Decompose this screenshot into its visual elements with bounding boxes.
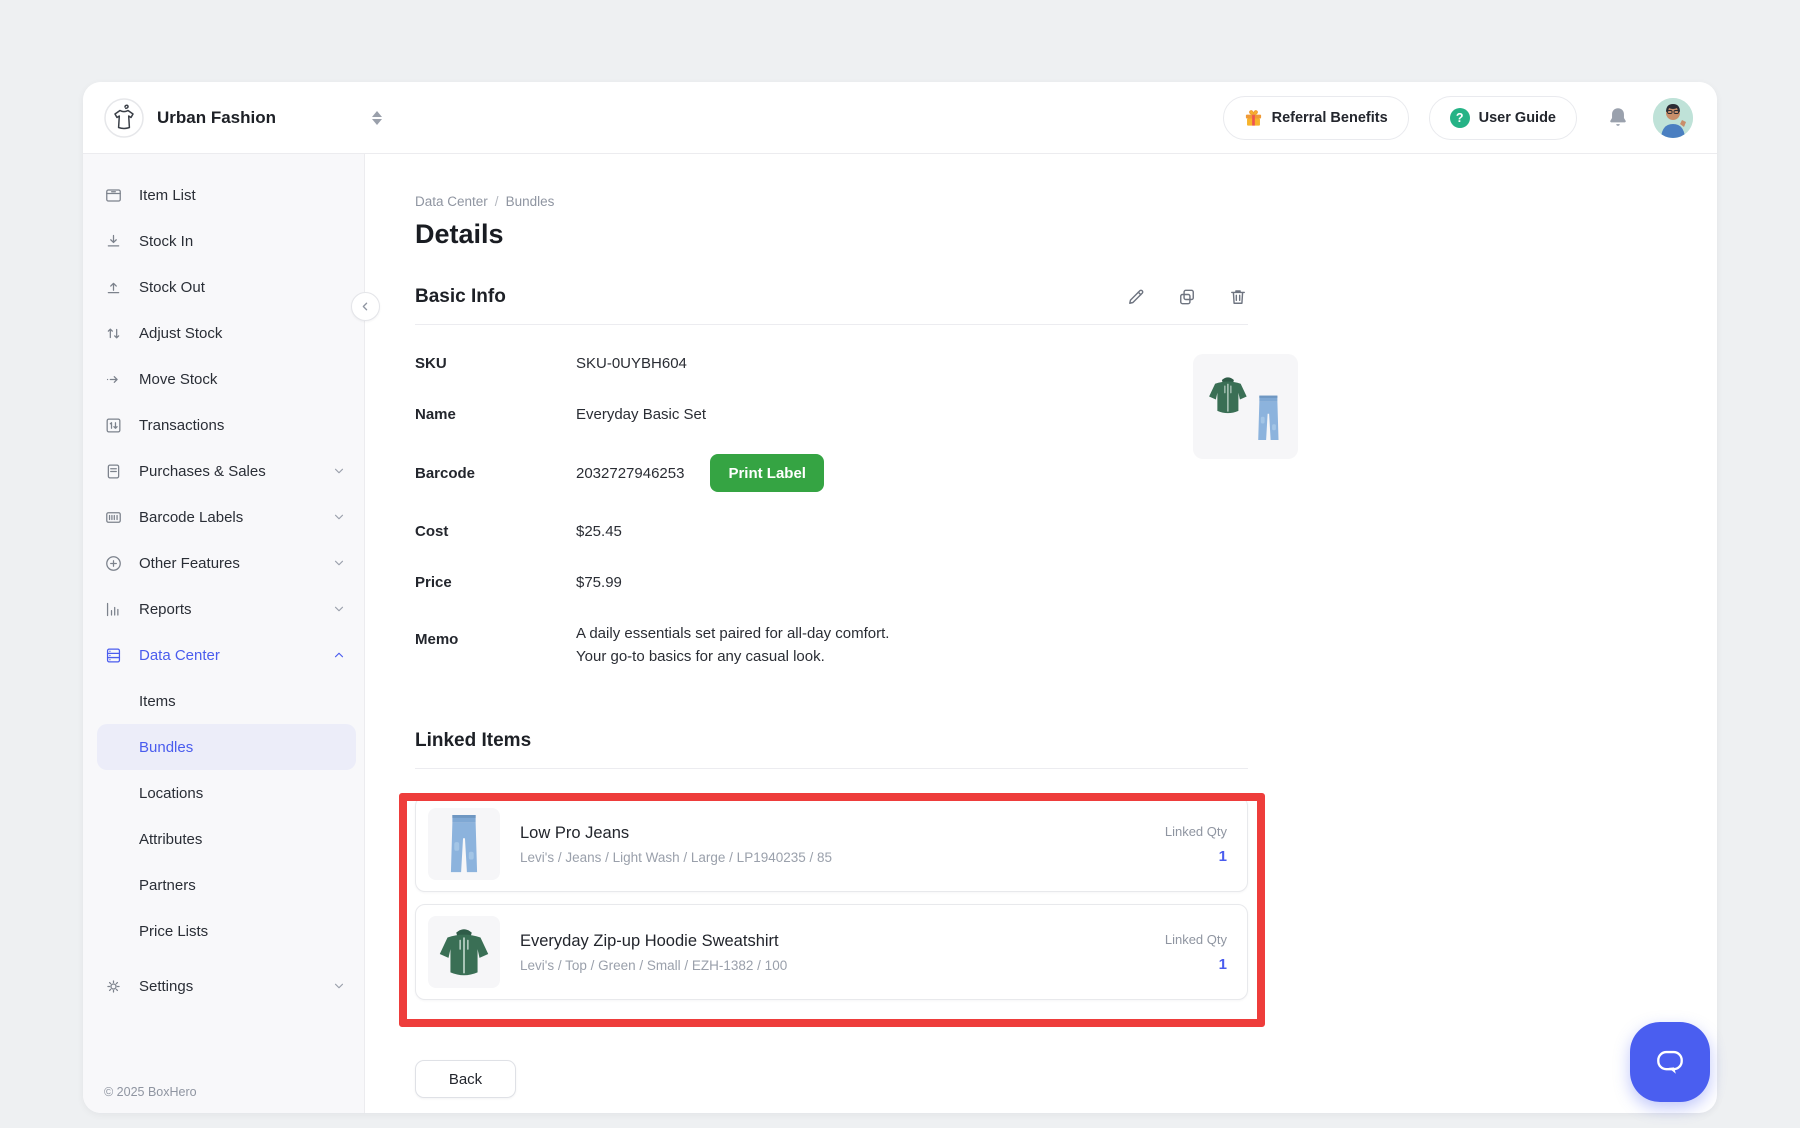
arrows-up-down-icon	[104, 324, 123, 343]
chevron-up-icon	[332, 648, 346, 662]
breadcrumb-section[interactable]: Data Center	[415, 194, 488, 209]
price-value: $75.99	[576, 571, 622, 594]
sidebar-item-transactions[interactable]: Transactions	[83, 402, 364, 448]
copyright-footer: © 2025 BoxHero	[104, 1085, 197, 1099]
breadcrumb: Data Center / Bundles	[415, 194, 1248, 209]
section-divider	[415, 768, 1248, 769]
main-panel: Data Center / Bundles Details Basic Info	[366, 154, 1717, 1113]
notifications-bell-icon[interactable]	[1605, 105, 1631, 131]
jeans-thumbnail	[428, 808, 500, 880]
linked-item-name: Low Pro Jeans	[520, 824, 832, 843]
sidebar-item-item-list[interactable]: Item List	[83, 172, 364, 218]
chevron-down-icon	[332, 556, 346, 570]
breadcrumb-page[interactable]: Bundles	[506, 194, 555, 209]
arrow-up-tray-icon	[104, 278, 123, 297]
gear-icon	[104, 977, 123, 996]
sidebar-item-stock-out[interactable]: Stock Out	[83, 264, 364, 310]
sidebar-item-partners[interactable]: Partners	[83, 862, 364, 908]
sidebar-item-adjust-stock[interactable]: Adjust Stock	[83, 310, 364, 356]
bar-chart-icon	[104, 600, 123, 619]
field-memo: Memo A daily essentials set paired for a…	[415, 622, 1248, 668]
chevron-down-icon	[332, 602, 346, 616]
sidebar-item-move-stock[interactable]: Move Stock	[83, 356, 364, 402]
field-sku: SKU SKU-0UYBH604	[415, 352, 1248, 375]
field-name: Name Everyday Basic Set	[415, 403, 1248, 426]
sidebar-item-bundles[interactable]: Bundles	[97, 724, 356, 770]
linked-item-attributes: Levi's / Top / Green / Small / EZH-1382 …	[520, 958, 787, 973]
sidebar-item-items[interactable]: Items	[83, 678, 364, 724]
database-icon	[104, 646, 123, 665]
duplicate-icon[interactable]	[1177, 287, 1197, 307]
hoodie-thumbnail	[428, 916, 500, 988]
linked-item-row[interactable]: Everyday Zip-up Hoodie Sweatshirt Levi's…	[415, 904, 1248, 1000]
question-icon: ?	[1450, 108, 1470, 128]
document-icon	[104, 462, 123, 481]
memo-value: A daily essentials set paired for all-da…	[576, 622, 889, 668]
workspace-name: Urban Fashion	[157, 108, 276, 128]
field-cost: Cost $25.45	[415, 520, 1248, 543]
box-icon	[104, 186, 123, 205]
sidebar-item-stock-in[interactable]: Stock In	[83, 218, 364, 264]
linked-qty-value: 1	[1165, 848, 1227, 865]
chevron-down-icon	[332, 979, 346, 993]
sidebar-item-purchases-sales[interactable]: Purchases & Sales	[83, 448, 364, 494]
page-title: Details	[415, 219, 1248, 250]
linked-qty-label: Linked Qty	[1165, 824, 1227, 839]
sku-value: SKU-0UYBH604	[576, 352, 687, 375]
arrow-down-tray-icon	[104, 232, 123, 251]
user-avatar[interactable]	[1653, 98, 1693, 138]
top-header: Urban Fashion Referral Benefits ? User G…	[83, 82, 1717, 154]
workspace-logo-icon	[104, 98, 144, 138]
print-label-button[interactable]: Print Label	[710, 454, 824, 492]
sidebar-item-attributes[interactable]: Attributes	[83, 816, 364, 862]
linked-item-row[interactable]: Low Pro Jeans Levi's / Jeans / Light Was…	[415, 796, 1248, 892]
cost-value: $25.45	[576, 520, 622, 543]
chevron-down-icon	[332, 510, 346, 524]
field-price: Price $75.99	[415, 571, 1248, 594]
workspace-switcher[interactable]	[372, 111, 382, 125]
back-button[interactable]: Back	[415, 1060, 516, 1098]
delete-icon[interactable]	[1228, 287, 1248, 307]
referral-benefits-button[interactable]: Referral Benefits	[1223, 96, 1409, 140]
linked-item-name: Everyday Zip-up Hoodie Sweatshirt	[520, 932, 787, 951]
sidebar-collapse-button[interactable]	[351, 292, 380, 321]
arrow-right-dotted-icon	[104, 370, 123, 389]
sidebar-item-reports[interactable]: Reports	[83, 586, 364, 632]
sidebar-item-data-center[interactable]: Data Center	[83, 632, 364, 678]
transactions-icon	[104, 416, 123, 435]
sidebar-item-price-lists[interactable]: Price Lists	[83, 908, 364, 954]
basic-info-header: Basic Info	[415, 286, 1248, 308]
chat-launcher-button[interactable]	[1630, 1022, 1710, 1102]
plus-circle-icon	[104, 554, 123, 573]
edit-icon[interactable]	[1126, 287, 1146, 307]
linked-items-heading: Linked Items	[415, 730, 531, 752]
barcode-icon	[104, 508, 123, 527]
linked-qty-label: Linked Qty	[1165, 932, 1227, 947]
basic-info-heading: Basic Info	[415, 286, 506, 308]
section-divider	[415, 324, 1248, 325]
bundle-image	[1193, 354, 1298, 459]
linked-items-header: Linked Items	[415, 730, 1248, 752]
chevron-down-icon	[332, 464, 346, 478]
gift-icon	[1244, 108, 1263, 127]
referral-benefits-label: Referral Benefits	[1272, 110, 1388, 126]
sidebar-item-barcode-labels[interactable]: Barcode Labels	[83, 494, 364, 540]
linked-items-list: Low Pro Jeans Levi's / Jeans / Light Was…	[415, 796, 1248, 1000]
field-barcode: Barcode 2032727946253 Print Label	[415, 454, 1248, 492]
user-guide-button[interactable]: ? User Guide	[1429, 96, 1577, 140]
linked-item-attributes: Levi's / Jeans / Light Wash / Large / LP…	[520, 850, 832, 865]
barcode-value: 2032727946253	[576, 462, 684, 485]
sidebar-item-settings[interactable]: Settings	[83, 963, 364, 1009]
user-guide-label: User Guide	[1479, 110, 1556, 126]
sidebar-nav: Item List Stock In Stock Out	[83, 154, 365, 1113]
basic-info-fields: SKU SKU-0UYBH604 Name Everyday Basic Set…	[415, 352, 1248, 668]
sidebar-item-other-features[interactable]: Other Features	[83, 540, 364, 586]
name-value: Everyday Basic Set	[576, 403, 706, 426]
sidebar-item-locations[interactable]: Locations	[83, 770, 364, 816]
app-window: Urban Fashion Referral Benefits ? User G…	[83, 82, 1717, 1113]
linked-qty-value: 1	[1165, 956, 1227, 973]
